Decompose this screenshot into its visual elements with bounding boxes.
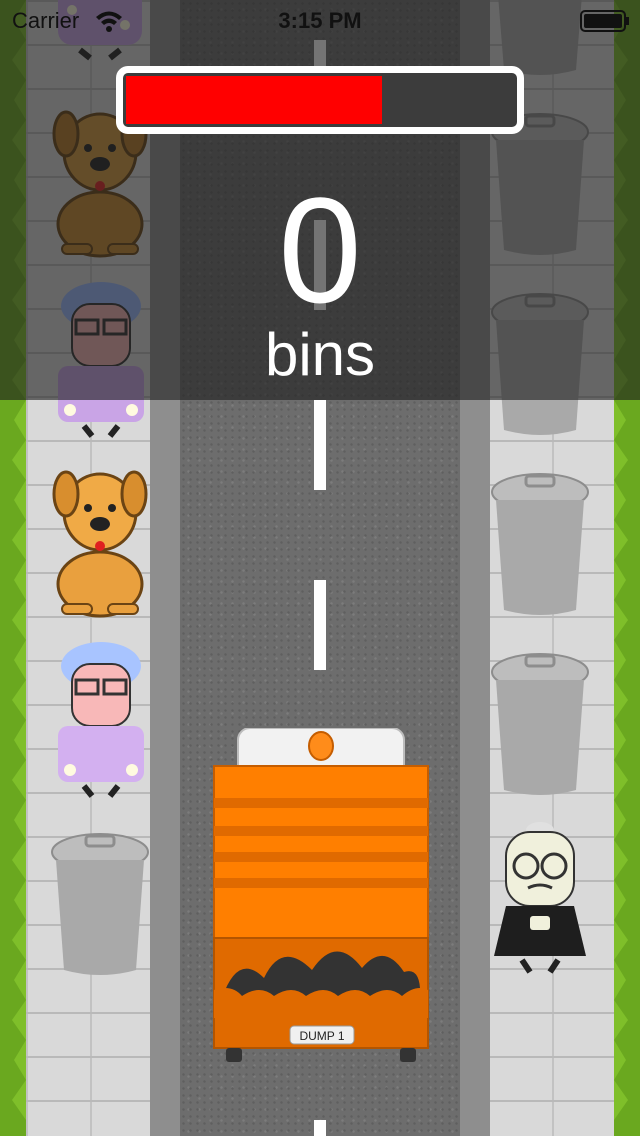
trash-can-sprite[interactable] (490, 650, 590, 800)
fuel-bar (116, 66, 524, 134)
lane-dash (314, 400, 326, 490)
lane-dash (314, 1120, 326, 1136)
truck-label: DUMP 1 (299, 1029, 344, 1043)
dog-sprite[interactable] (48, 464, 152, 620)
trash-can-sprite[interactable] (50, 830, 150, 980)
battery-icon (580, 10, 629, 32)
grandma-sprite[interactable] (52, 640, 150, 800)
bins-score: 0 (278, 166, 362, 334)
garbage-truck[interactable]: DUMP 1 (212, 728, 430, 1066)
fuel-bar-fill (126, 76, 383, 124)
lane-dash (314, 580, 326, 670)
hud-overlay: 0 bins (0, 0, 640, 400)
beacon-light-icon (308, 731, 334, 761)
trash-can-sprite[interactable] (490, 470, 590, 620)
bins-label: bins (264, 321, 376, 388)
old-man-sprite[interactable] (492, 820, 588, 980)
status-time: 3:15 PM (278, 8, 362, 33)
status-bar: Carrier 3:15 PM (0, 0, 640, 40)
